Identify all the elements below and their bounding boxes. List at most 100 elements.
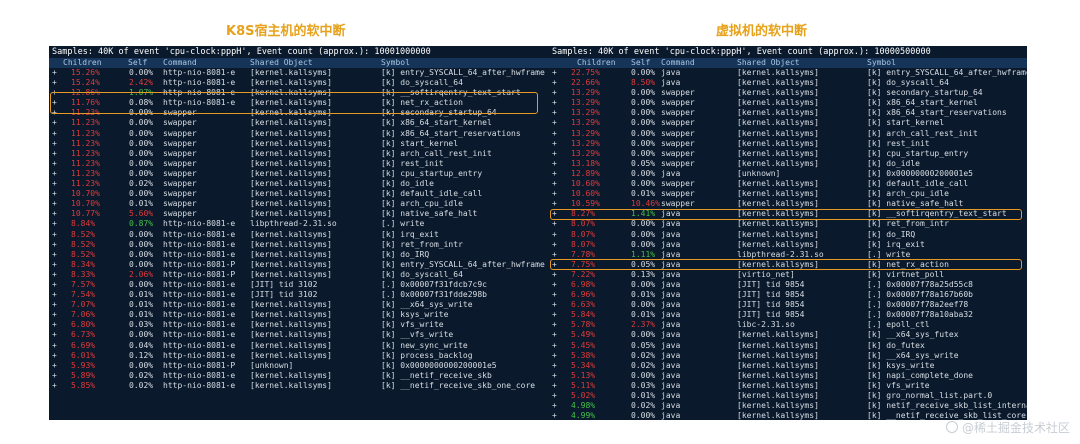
table-row[interactable]: +7.57% 0.00% http-nio-8081-e [JIT] tid 3102…	[49, 280, 549, 290]
table-row[interactable]: +13.29% 0.00% swapper [kernel.kallsyms] [k] …	[549, 139, 1027, 149]
table-row[interactable]: +6.73% 0.00% http-nio-8081-e [kernel.kallsy…	[49, 330, 549, 340]
cell-children: 13.29%	[571, 108, 600, 118]
table-row[interactable]: +8.07% 0.00% java [kernel.kallsyms] [k] irq_…	[549, 240, 1027, 250]
table-row[interactable]: +13.29% 0.00% swapper [kernel.kallsyms] [k] …	[549, 98, 1027, 108]
column-children[interactable]: Children	[63, 58, 102, 68]
cell-command: http-nio-8081-e	[163, 370, 236, 380]
perf-header: Samples: 40K of event 'cpu-clock:pppH', …	[52, 47, 431, 57]
cell-children: 7.06%	[71, 310, 96, 320]
table-row[interactable]: +10.59% 10.46% swapper [kernel.kallsyms] [k]…	[549, 199, 1027, 209]
column-symbol[interactable]: Symbol	[381, 58, 410, 68]
table-row[interactable]: +11.23% 0.00% swapper [kernel.kallsyms] [k] …	[49, 129, 549, 139]
table-row[interactable]: +5.49% 0.00% java [kernel.kallsyms] [k] __x6…	[549, 330, 1027, 340]
table-row[interactable]: +11.23% 0.00% swapper [kernel.kallsyms] [k] …	[49, 118, 549, 128]
table-row[interactable]: +7.22% 0.13% java [virtio_net] [k] virtnet_p…	[549, 270, 1027, 280]
table-row[interactable]: +10.70% 0.00% swapper [kernel.kallsyms] [k] …	[49, 189, 549, 199]
column-children[interactable]: Children	[577, 58, 616, 68]
cell-symbol: [k] x86_64_start_reservations	[381, 128, 521, 138]
table-row[interactable]: +13.29% 0.00% swapper [kernel.kallsyms] [k] …	[549, 129, 1027, 139]
cell-shared-object: [kernel.kallsyms]	[250, 320, 332, 330]
expand-plus-icon: +	[52, 128, 57, 138]
cell-children: 13.29%	[571, 118, 600, 128]
table-row[interactable]: +15.26% 0.00% http-nio-8081-e [kernel.kalls…	[49, 68, 549, 78]
table-row[interactable]: +8.52% 0.00% http-nio-8081-e [kernel.kallsy…	[49, 230, 549, 240]
table-row[interactable]: +6.98% 0.00% java [JIT] tid 9854 [.] 0x00007…	[549, 280, 1027, 290]
cell-self: 0.00%	[129, 279, 154, 289]
cell-shared-object: [kernel.kallsyms]	[250, 330, 332, 340]
column-symbol[interactable]: Symbol	[867, 58, 896, 68]
table-row[interactable]: +10.77% 5.60% swapper [kernel.kallsyms] [k] …	[49, 209, 549, 219]
table-row[interactable]: +11.23% 0.00% swapper [kernel.kallsyms] [k] …	[49, 159, 549, 169]
table-row[interactable]: +6.63% 0.00% java [JIT] tid 9854 [.] 0x00007…	[549, 300, 1027, 310]
column-self[interactable]: Self	[128, 58, 147, 68]
cell-children: 13.18%	[571, 158, 600, 168]
cell-symbol: [k] start_kernel	[867, 118, 945, 128]
table-row[interactable]: +6.96% 0.01% java [JIT] tid 9854 [.] 0x00007…	[549, 290, 1027, 300]
table-row[interactable]: +7.07% 0.01% http-nio-8081-e [kernel.kallsy…	[49, 300, 549, 310]
cell-self: 0.04%	[129, 340, 154, 350]
expand-plus-icon: +	[52, 118, 57, 128]
perf-rows: +15.26% 0.00% http-nio-8081-e [kernel.kalls…	[49, 68, 549, 391]
table-row[interactable]: +8.52% 0.00% http-nio-8081-e [kernel.kallsy…	[49, 240, 549, 250]
table-row[interactable]: +5.93% 0.00% http-nio-8081-P [unknown] [k] 0…	[49, 361, 549, 371]
table-row[interactable]: +5.45% 0.05% java [kernel.kallsyms] [k] do_f…	[549, 341, 1027, 351]
column-command[interactable]: Command	[661, 58, 695, 68]
column-shared-object[interactable]: Shared Object	[737, 58, 800, 68]
table-row[interactable]: +11.23% 0.00% swapper [kernel.kallsyms] [k] …	[49, 149, 549, 159]
table-row[interactable]: +8.84% 0.87% http-nio-8081-e libpthread-2.3…	[49, 219, 549, 229]
table-row[interactable]: +10.60% 0.01% swapper [kernel.kallsyms] [k] …	[549, 189, 1027, 199]
table-row[interactable]: +5.13% 0.00% java [kernel.kallsyms] [k] napi…	[549, 371, 1027, 381]
table-row[interactable]: +6.80% 0.03% http-nio-8081-e [kernel.kallsy…	[49, 320, 549, 330]
table-row[interactable]: +8.07% 0.00% java [kernel.kallsyms] [k] ret_…	[549, 219, 1027, 229]
table-row[interactable]: +13.29% 0.00% swapper [kernel.kallsyms] [k] …	[549, 149, 1027, 159]
table-row[interactable]: +12.89% 0.00% java [unknown] [k] 0x000000002…	[549, 169, 1027, 179]
cell-self: 0.00%	[631, 229, 656, 239]
cell-symbol: [k] x86_64_start_reservations	[867, 108, 1007, 118]
table-row[interactable]: +8.34% 0.00% http-nio-8081-P [kernel.kallsy…	[49, 260, 549, 270]
table-row[interactable]: +6.01% 0.12% http-nio-8081-e [kernel.kallsy…	[49, 351, 549, 361]
table-row[interactable]: +7.54% 0.01% http-nio-8081-e [JIT] tid 3102…	[49, 290, 549, 300]
table-row[interactable]: +5.85% 0.02% http-nio-8081-e [kernel.kallsy…	[49, 381, 549, 391]
table-row[interactable]: +11.23% 0.02% swapper [kernel.kallsyms] [k] …	[49, 179, 549, 189]
table-row[interactable]: +8.52% 0.00% http-nio-8081-e [kernel.kallsy…	[49, 250, 549, 260]
table-row[interactable]: +11.23% 0.00% swapper [kernel.kallsyms] [k] …	[49, 169, 549, 179]
table-row[interactable]: +13.29% 0.00% swapper [kernel.kallsyms] [k] …	[549, 108, 1027, 118]
table-row[interactable]: +8.07% 0.00% java [kernel.kallsyms] [k] do_I…	[549, 230, 1027, 240]
table-row[interactable]: +5.02% 0.01% java [kernel.kallsyms] [k] gro_…	[549, 391, 1027, 401]
table-row[interactable]: +5.84% 0.01% java [JIT] tid 9854 [.] 0x00007…	[549, 310, 1027, 320]
table-row[interactable]: +10.70% 0.01% swapper [kernel.kallsyms] [k] …	[49, 199, 549, 209]
table-row[interactable]: +6.69% 0.04% http-nio-8081-e [kernel.kallsy…	[49, 341, 549, 351]
table-row[interactable]: +5.34% 0.02% java [kernel.kallsyms] [k] ksys…	[549, 361, 1027, 371]
table-row[interactable]: +5.11% 0.03% java [kernel.kallsyms] [k] vfs_…	[549, 381, 1027, 391]
column-command[interactable]: Command	[163, 58, 197, 68]
cell-self: 0.02%	[129, 179, 154, 189]
table-row[interactable]: +13.29% 0.00% swapper [kernel.kallsyms] [k] …	[549, 88, 1027, 98]
expand-plus-icon: +	[552, 179, 557, 189]
cell-shared-object: [kernel.kallsyms]	[250, 179, 332, 189]
cell-children: 13.29%	[571, 88, 600, 98]
table-row[interactable]: +22.66% 8.50% java [kernel.kallsyms] [k] do_…	[549, 78, 1027, 88]
table-row[interactable]: +22.75% 0.00% java [kernel.kallsyms] [k] ent…	[549, 68, 1027, 78]
table-row[interactable]: +8.33% 2.06% http-nio-8081-P [kernel.kallsy…	[49, 270, 549, 280]
cell-self: 0.00%	[631, 330, 656, 340]
cell-children: 11.23%	[71, 128, 100, 138]
column-shared-object[interactable]: Shared Object	[250, 58, 313, 68]
table-row[interactable]: +10.60% 0.00% swapper [kernel.kallsyms] [k] …	[549, 179, 1027, 189]
table-row[interactable]: +15.24% 2.42% http-nio-8081-e [kernel.kalls…	[49, 78, 549, 88]
column-self[interactable]: Self	[631, 58, 650, 68]
cell-self: 0.12%	[129, 350, 154, 360]
table-row[interactable]: +11.23% 0.00% swapper [kernel.kallsyms] [k] …	[49, 139, 549, 149]
table-row[interactable]: +7.06% 0.01% http-nio-8081-e [kernel.kallsy…	[49, 310, 549, 320]
table-row[interactable]: +5.78% 2.37% java libc-2.31.so [.] epoll_ctl	[549, 320, 1027, 330]
perf-rows: +22.75% 0.00% java [kernel.kallsyms] [k] ent…	[549, 68, 1027, 420]
cell-shared-object: [kernel.kallsyms]	[737, 401, 819, 411]
table-row[interactable]: +4.98% 0.02% java [kernel.kallsyms] [k] neti…	[549, 401, 1027, 411]
table-row[interactable]: +5.89% 0.02% http-nio-8081-e [kernel.kallsy…	[49, 371, 549, 381]
cell-symbol: [k] native_safe_halt	[867, 199, 964, 209]
expand-plus-icon: +	[52, 290, 57, 300]
table-row[interactable]: +13.18% 0.05% swapper [kernel.kallsyms] [k] …	[549, 159, 1027, 169]
table-row[interactable]: +5.38% 0.02% java [kernel.kallsyms] [k] __x6…	[549, 351, 1027, 361]
table-row[interactable]: +13.29% 0.00% swapper [kernel.kallsyms] [k] …	[549, 118, 1027, 128]
cell-command: swapper	[661, 158, 695, 168]
cell-children: 11.23%	[71, 138, 100, 148]
